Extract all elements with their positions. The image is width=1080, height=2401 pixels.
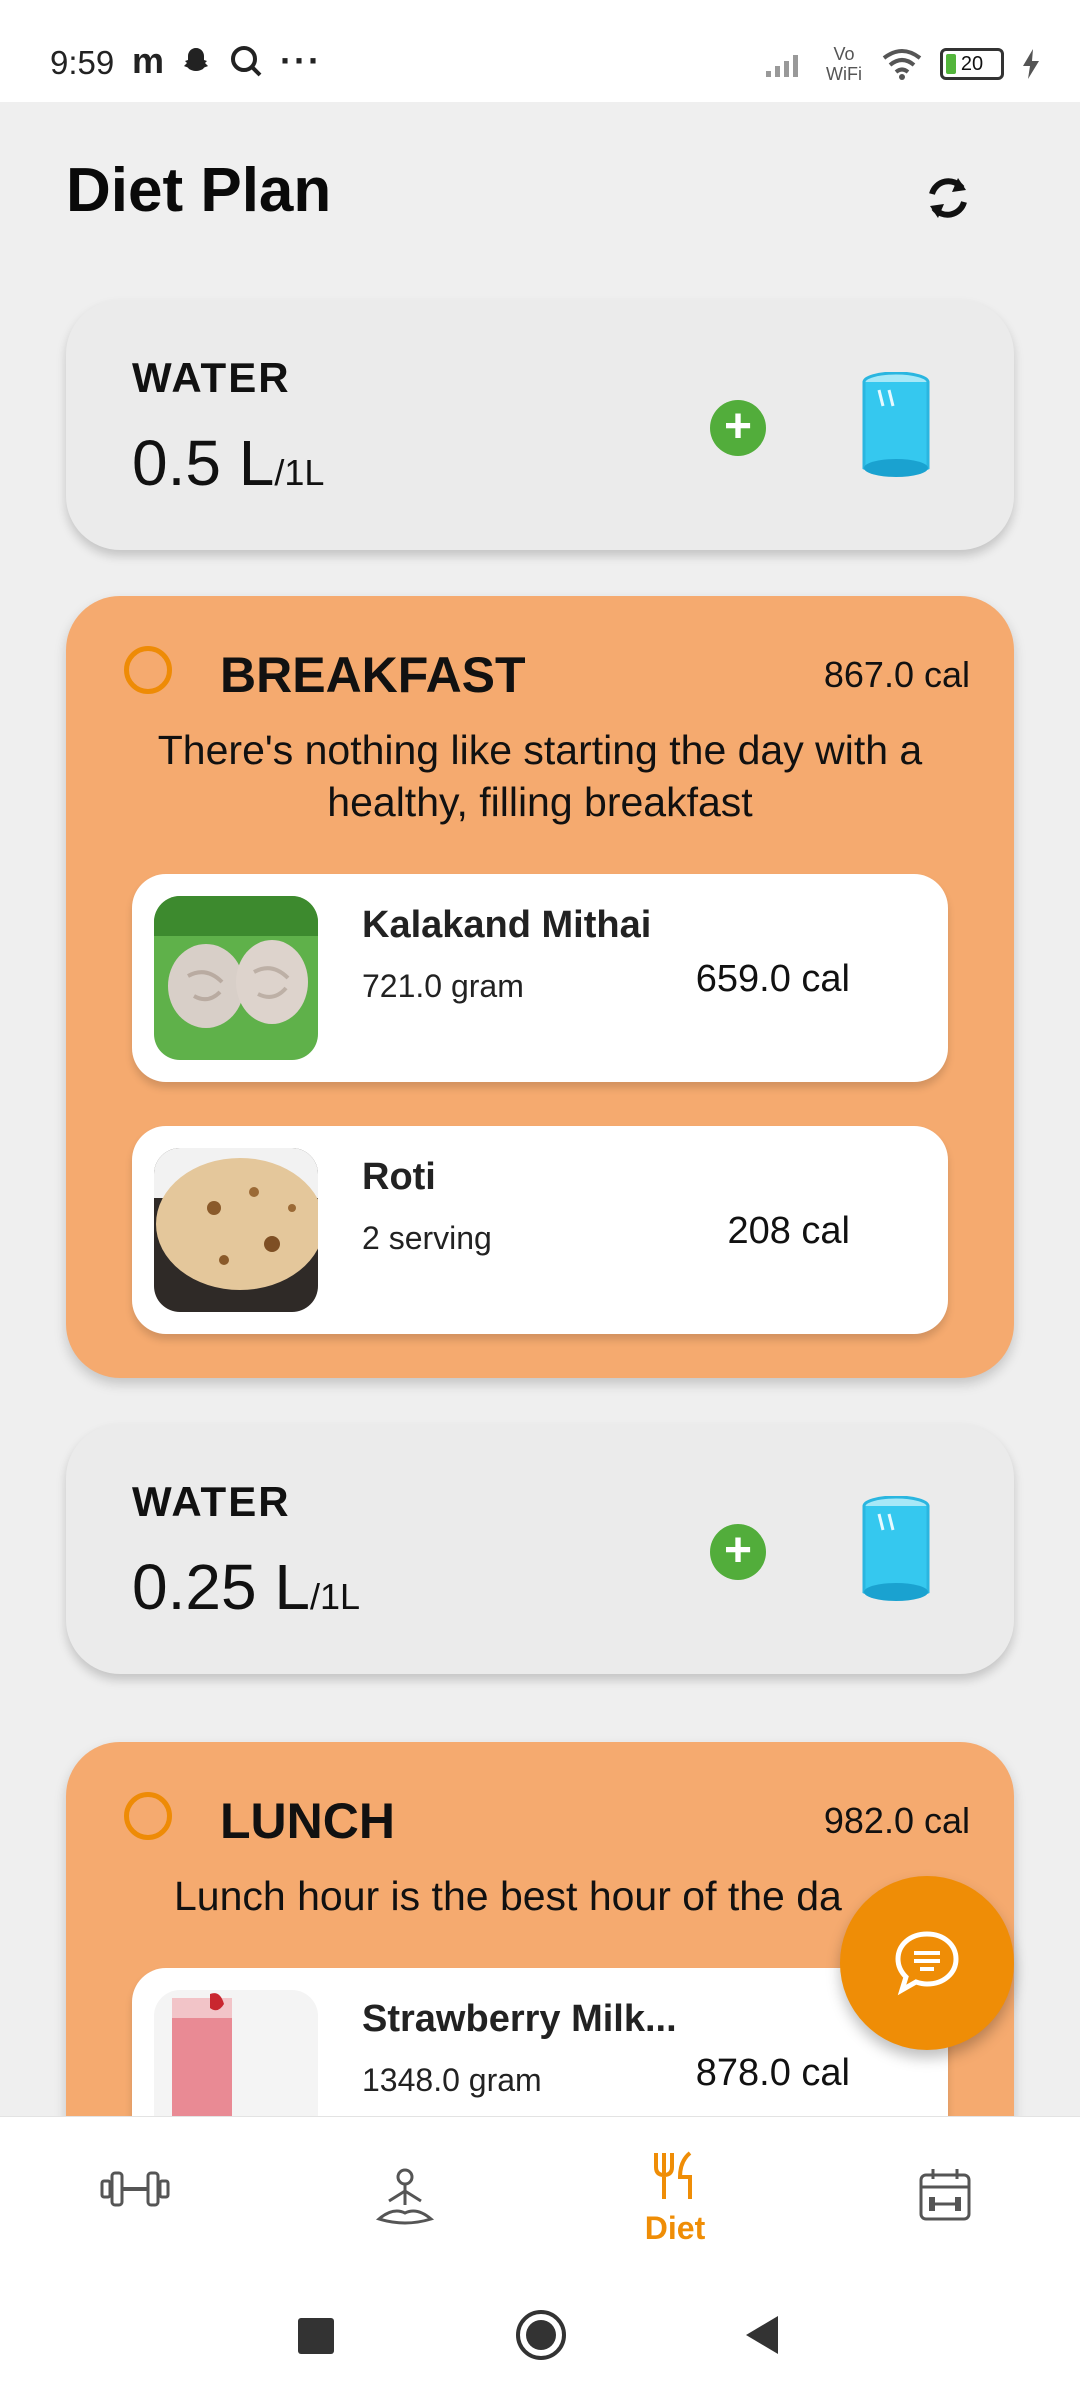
water-glass-icon [862,1496,930,1601]
meal-description: Lunch hour is the best hour of the da [174,1873,842,1919]
water-glass-icon [862,372,930,477]
food-image [154,896,318,1060]
food-item[interactable]: Kalakand Mithai 721.0 gram 659.0 cal [132,874,948,1082]
water-card: WATER 0.5 L/1L + [66,300,1014,550]
calendar-workout-icon [919,2169,971,2221]
food-quantity: 721.0 gram [362,968,524,1004]
charging-icon [1023,49,1039,79]
chat-bubble-icon [895,1931,959,1996]
chat-button[interactable] [840,1876,1014,2050]
water-label: WATER [132,1478,291,1525]
water-label: WATER [132,354,291,401]
food-name: Strawberry Milk... [362,1998,677,2040]
refresh-icon[interactable] [918,168,978,228]
water-amount: 0.5 L/1L [132,426,324,500]
recents-button[interactable] [298,2318,334,2354]
nav-item-schedule[interactable] [885,2167,1005,2232]
nav-label-diet: Diet [644,2210,706,2246]
food-calories: 208 cal [727,1210,850,1252]
food-name: Roti [362,1156,436,1198]
meal-calories: 982.0 cal [823,1800,970,1841]
nav-item-workout[interactable] [75,2167,195,2220]
food-item[interactable]: Roti 2 serving 208 cal [132,1126,948,1334]
meal-name: LUNCH [220,1793,395,1849]
add-water-button[interactable]: + [710,1524,766,1580]
home-button[interactable] [514,2308,568,2362]
vowifi-icon: Vo WiFi [826,44,862,84]
wifi-icon [882,49,922,80]
notification-icons: m ··· [132,40,322,82]
battery-icon: 20 [940,48,1004,80]
food-name: Kalakand Mithai [362,904,652,946]
m-icon: m [132,40,165,81]
system-icons: Vo WiFi 20 [764,44,1040,84]
water-card: WATER 0.25 L/1L + [66,1424,1014,1674]
food-image [154,1148,318,1312]
page-title: Diet Plan [66,156,332,225]
food-quantity: 1348.0 gram [362,2062,542,2098]
fork-knife-icon [654,2151,692,2199]
food-quantity: 2 serving [362,1220,492,1256]
food-calories: 659.0 cal [695,958,850,1000]
water-current: 0.25 L [132,1551,310,1623]
meal-card-breakfast: BREAKFAST 867.0 cal There's nothing like… [66,596,1014,1378]
snapchat-icon [184,48,209,71]
meal-name: BREAKFAST [220,647,526,703]
add-water-button[interactable]: + [710,400,766,456]
water-amount: 0.25 L/1L [132,1550,360,1624]
nav-item-meditation[interactable] [345,2167,465,2238]
meal-description: There's nothing like starting the day wi… [157,727,923,825]
food-calories: 878.0 cal [695,2052,850,2094]
water-current: 0.5 L [132,427,275,499]
water-goal: /1L [274,452,325,493]
meditation-icon [375,2168,435,2225]
status-bar: 9:59 m ··· Vo WiFi 20 [0,0,1080,102]
meal-checkbox[interactable] [124,646,172,694]
search-icon [231,46,262,77]
more-icon: ··· [280,40,322,81]
water-goal: /1L [309,1576,360,1617]
dumbbell-icon [100,2171,170,2207]
system-navigation-bar [0,2300,1080,2380]
battery-level: 20 [960,52,984,75]
signal-icon [766,55,798,77]
nav-item-diet[interactable]: Diet [615,2151,735,2247]
meal-calories: 867.0 cal [823,654,970,695]
status-time: 9:59 [50,44,115,81]
back-button[interactable] [742,2314,782,2356]
meal-checkbox[interactable] [124,1792,172,1840]
